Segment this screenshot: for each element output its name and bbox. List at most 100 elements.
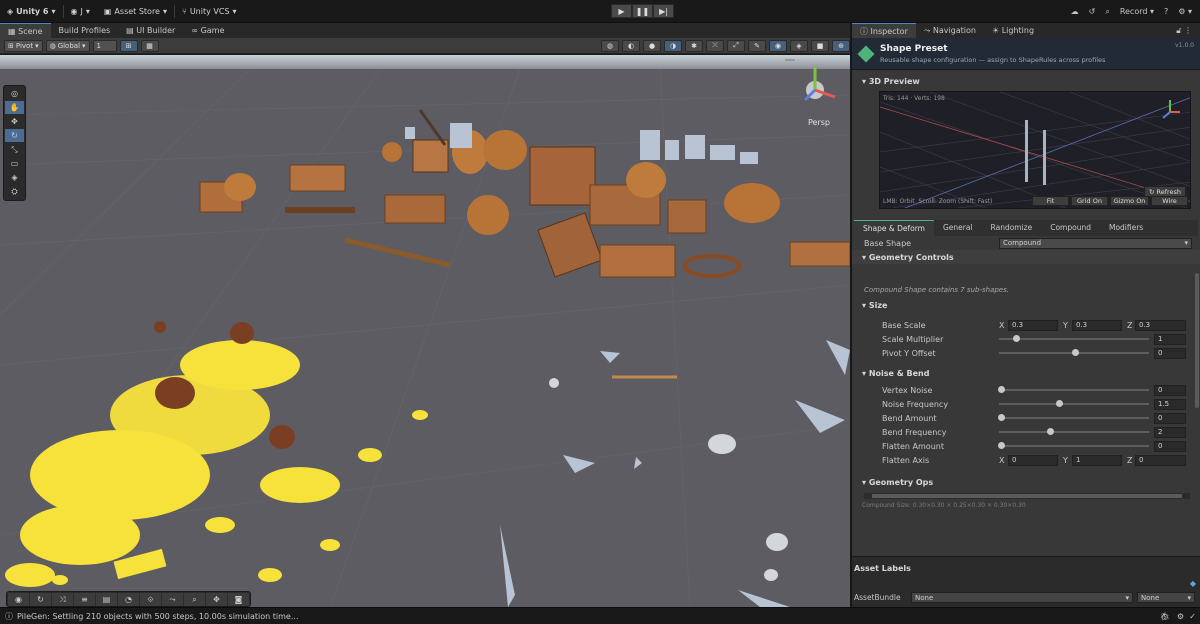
bend-amount-slider[interactable] (999, 417, 1149, 419)
slider-knob[interactable] (1072, 349, 1079, 356)
tool-9-icon[interactable]: ⌕ (184, 593, 205, 606)
draw-mode-icon[interactable]: ◍ (601, 39, 619, 52)
tag-icon[interactable]: ◆ (1190, 579, 1196, 588)
gizmos-icon[interactable]: ⊕ (832, 39, 850, 52)
record-dropdown[interactable]: Record ▾ (1120, 7, 1154, 16)
tab-modifiers[interactable]: Modifiers (1100, 220, 1152, 236)
tab-ui-builder[interactable]: ▤ UI Builder (118, 23, 183, 38)
bug-icon[interactable]: 🐞︎ (1160, 612, 1170, 621)
vertical-scrollbar[interactable] (1195, 273, 1199, 408)
section-size[interactable]: ▾ Size (852, 298, 1200, 312)
view-tool-icon[interactable]: ◎ (5, 87, 24, 100)
slider-knob[interactable] (998, 442, 1005, 449)
slider-knob[interactable] (998, 386, 1005, 393)
move-tool-icon[interactable]: ✥ (5, 115, 24, 128)
pause-button[interactable]: ❚❚ (632, 4, 653, 18)
tool-4-icon[interactable]: ≡ (74, 593, 95, 606)
fit-button[interactable]: Fit (1032, 196, 1069, 206)
bend-frequency-slider[interactable] (999, 431, 1149, 433)
grid-toggle-icon[interactable]: ▦ (140, 39, 159, 52)
custom-tool-icon[interactable]: ⛭ (5, 185, 24, 198)
section-3d-preview[interactable]: ▾ 3D Preview (852, 74, 1200, 88)
bend-amount-field[interactable]: 0 (1154, 412, 1186, 424)
rect-tool-icon[interactable]: ▭ (5, 157, 24, 170)
lighting-icon[interactable]: ◑ (664, 39, 682, 52)
layers-icon[interactable]: ◈ (790, 39, 808, 52)
scene-viewport[interactable]: Persp ◎ ✋ ✥ ↻ ⤡ ▭ ◈ ⛭ ◉ ↻ ⤨ ≡ ▤ ◔ ⟐ ⤳ ⌕ … (0, 55, 850, 607)
gizmo-on-button[interactable]: Gizmo On (1110, 196, 1149, 206)
transform-tool-icon[interactable]: ◈ (5, 171, 24, 184)
scale-tool-icon[interactable]: ⤡ (5, 143, 24, 156)
camera-icon[interactable]: ■ (811, 39, 829, 52)
slider-knob[interactable] (1013, 335, 1020, 342)
history-icon[interactable]: ↺ (1089, 7, 1096, 16)
slider-knob[interactable] (1047, 428, 1054, 435)
flatten-amount-slider[interactable] (999, 445, 1149, 447)
settings-icon[interactable]: ⚙ (1177, 612, 1184, 621)
scrollbar-thumb[interactable] (872, 494, 1182, 498)
hand-tool-icon[interactable]: ✋ (5, 101, 24, 114)
help-icon[interactable]: ? (1164, 7, 1168, 16)
tools-icon[interactable]: ✎ (748, 39, 766, 52)
grid-on-button[interactable]: Grid On (1071, 196, 1108, 206)
base-scale-z[interactable]: 0.3 (1135, 319, 1186, 331)
pivot-y-field[interactable]: 0 (1154, 347, 1186, 359)
noise-frequency-slider[interactable] (999, 403, 1149, 405)
tool-8-icon[interactable]: ⤳ (162, 593, 183, 606)
search-icon[interactable]: ⌕ (1105, 7, 1109, 17)
lock-icon[interactable]: 🔓︎ ⋮ (1168, 23, 1200, 38)
grid-snap-icon[interactable]: ⊞ (119, 39, 138, 52)
base-scale-y[interactable]: 0.3 (1072, 319, 1122, 331)
wire-button[interactable]: Wire (1151, 196, 1188, 206)
fx-icon[interactable]: ✱ (685, 39, 703, 52)
tool-7-icon[interactable]: ⟐ (140, 593, 161, 606)
tab-game[interactable]: ∞ Game (183, 23, 232, 38)
flatten-axis-x[interactable]: 0 (1008, 454, 1058, 466)
vertex-noise-field[interactable]: 0 (1154, 384, 1186, 396)
vcs-dropdown[interactable]: ⑂ Unity VCS ▾ (175, 0, 244, 23)
tab-compound[interactable]: Compound (1041, 220, 1100, 236)
step-button[interactable]: ▶| (653, 4, 674, 18)
tool-6-icon[interactable]: ◔ (118, 593, 139, 606)
slider-knob[interactable] (998, 414, 1005, 421)
unity-menu[interactable]: ◈ Unity 6 ▾ (0, 0, 63, 23)
tab-general[interactable]: General (934, 220, 982, 236)
tool-5-icon[interactable]: ▤ (96, 593, 117, 606)
play-button[interactable]: ▶ (611, 4, 632, 18)
tool-3-icon[interactable]: ⤨ (52, 593, 73, 606)
settings-icon[interactable]: ⚙ ▾ (1178, 7, 1192, 16)
scale-multiplier-field[interactable]: 1 (1154, 333, 1186, 345)
preview-area[interactable]: Tris: 144 · Verts: 198 ↻ Refresh LMB: Or… (879, 91, 1191, 209)
tab-randomize[interactable]: Randomize (982, 220, 1042, 236)
assetbundle-variant-dropdown[interactable]: None ▾ (1137, 592, 1195, 603)
rotate-tool-icon[interactable]: ↻ (5, 129, 24, 142)
shaded-icon[interactable]: ◐ (622, 39, 640, 52)
account-dropdown[interactable]: ◉ J ▾ (64, 0, 97, 23)
tab-build-profiles[interactable]: Build Profiles (51, 23, 119, 38)
audio-icon[interactable]: ⤫ (706, 39, 724, 52)
section-geometry-controls[interactable]: ▾ Geometry Controls (852, 250, 1200, 264)
tool-2-icon[interactable]: ↻ (30, 593, 51, 606)
tool-1-icon[interactable]: ◉ (8, 593, 29, 606)
tab-inspector[interactable]: ⓘ Inspector (852, 23, 916, 38)
assetbundle-dropdown[interactable]: None ▾ (911, 592, 1133, 603)
base-scale-x[interactable]: 0.3 (1008, 319, 1058, 331)
slider-knob[interactable] (1056, 400, 1063, 407)
section-noise-bend[interactable]: ▾ Noise & Bend (852, 366, 1200, 380)
global-dropdown[interactable]: ◍ Global ▾ (45, 39, 90, 52)
snap-value-field[interactable]: 1 (92, 39, 117, 52)
visibility-icon[interactable]: ◉ (769, 39, 787, 52)
tool-10-icon[interactable]: ✥ (206, 593, 227, 606)
noise-frequency-field[interactable]: 1.5 (1154, 398, 1186, 410)
vertex-noise-slider[interactable] (999, 389, 1149, 391)
bend-frequency-field[interactable]: 2 (1154, 426, 1186, 438)
tab-shape-deform[interactable]: Shape & Deform (854, 220, 934, 236)
tab-navigation[interactable]: ⤳ Navigation (916, 23, 984, 38)
section-geometry-ops[interactable]: ▾ Geometry Ops (852, 475, 1200, 489)
check-icon[interactable]: ✓ (1189, 612, 1196, 621)
wire-icon[interactable]: ● (643, 39, 661, 52)
tab-scene[interactable]: ▦ Scene (0, 23, 51, 38)
flatten-axis-y[interactable]: 1 (1072, 454, 1122, 466)
pivot-dropdown[interactable]: ⊞ Pivot ▾ (4, 39, 43, 52)
flatten-amount-field[interactable]: 0 (1154, 440, 1186, 452)
